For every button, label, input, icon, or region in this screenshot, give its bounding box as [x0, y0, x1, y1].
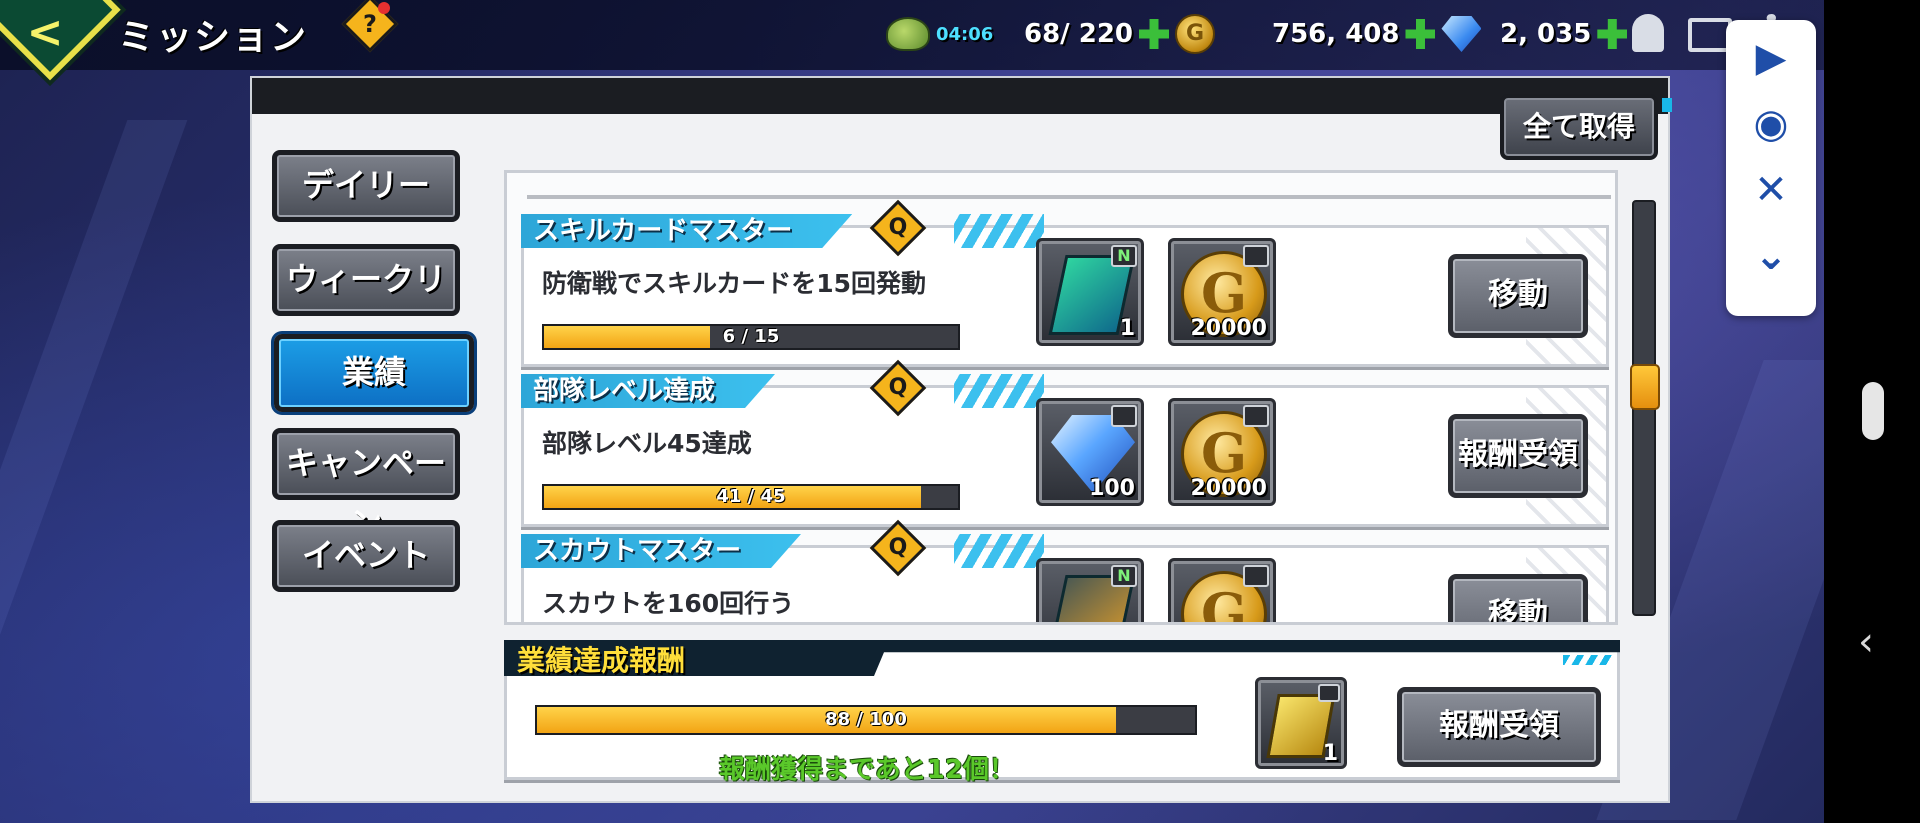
info-tag	[1243, 565, 1269, 587]
tab-event[interactable]: イベント	[272, 520, 460, 592]
reward-item[interactable]: G	[1168, 558, 1276, 622]
reward-item[interactable]: N 1	[1036, 238, 1144, 346]
rarity-tag: N	[1111, 245, 1137, 267]
scroll-thumb[interactable]	[1630, 364, 1660, 410]
gem-counter: 2, 035	[1500, 14, 1628, 54]
coin-icon: G	[1175, 14, 1216, 54]
turtle-icon	[886, 17, 930, 51]
add-coins-button[interactable]	[1405, 19, 1436, 49]
coin-value: 756, 408	[1272, 19, 1400, 49]
panel-accent	[1662, 98, 1672, 112]
page-title: ミッション	[118, 17, 309, 58]
claim-reward-button[interactable]: 報酬受領	[1448, 414, 1588, 498]
mission-description: スカウトを160回行う	[542, 589, 795, 618]
tab-daily[interactable]: デイリー	[272, 150, 460, 222]
achievement-progress-bar: 88 / 100	[535, 705, 1197, 735]
rarity-tag: N	[1111, 565, 1137, 587]
top-bar: < ミッション ? 04:06 68/ 220 G 756, 408 2, 03…	[0, 0, 1824, 81]
title-stripes	[954, 214, 1044, 248]
game-screen: < ミッション ? 04:06 68/ 220 G 756, 408 2, 03…	[0, 0, 1824, 823]
progress-text: 41 / 45	[716, 486, 786, 507]
reward-count: 1	[1322, 741, 1338, 766]
progress-text: 88 / 100	[825, 709, 907, 730]
tab-weekly[interactable]: ウィークリー	[272, 244, 460, 358]
bell-icon[interactable]	[1632, 14, 1664, 52]
title-stripes	[954, 374, 1044, 408]
floating-toolbar: ▶ ◉ ✕ ⌄	[1726, 20, 1816, 316]
tab-achievements[interactable]: 業績	[274, 334, 474, 412]
reward-count: 100	[1089, 476, 1135, 501]
eye-icon[interactable]: ◉	[1726, 94, 1816, 154]
reward-item[interactable]: G 20000	[1168, 398, 1276, 506]
mission-description: 防衛戦でスキルカードを15回発動	[542, 269, 927, 298]
info-tag	[1318, 684, 1340, 702]
list-scrollbar[interactable]	[1630, 200, 1660, 616]
tab-campaign[interactable]: キャンペーン	[272, 428, 460, 542]
reward-item[interactable]: 1	[1255, 677, 1347, 769]
play-icon[interactable]: ▶	[1726, 28, 1816, 88]
info-tag	[1243, 405, 1269, 427]
reward-count: 1	[1119, 316, 1135, 341]
claim-all-button[interactable]: 全て取得	[1500, 94, 1658, 160]
go-button[interactable]: 移動	[1448, 254, 1588, 338]
close-icon[interactable]: ✕	[1726, 160, 1816, 220]
nav-back-icon[interactable]: ‹	[1858, 622, 1874, 662]
mission-progress-bar: 41 / 45	[542, 484, 960, 510]
stamina-timer: 04:06	[936, 23, 994, 45]
mission-card: スカウトマスター Q スカウトを160回行う N G 移動	[521, 519, 1609, 622]
back-arrow-icon[interactable]: <	[22, 10, 68, 56]
reward-count: 20000	[1190, 316, 1267, 341]
stamina-counter: 68/ 220 G	[1024, 14, 1216, 54]
info-tag	[1111, 405, 1137, 427]
gem-value: 2, 035	[1500, 19, 1592, 49]
coin-counter: 756, 408	[1272, 14, 1482, 54]
search-icon[interactable]: Q	[869, 519, 927, 577]
reward-item[interactable]: N	[1036, 558, 1144, 622]
stamina-value: 68/ 220	[1024, 19, 1134, 49]
nav-handle[interactable]	[1862, 382, 1884, 440]
section-title: 業績達成報酬	[517, 644, 686, 677]
add-gems-button[interactable]	[1597, 19, 1628, 49]
mission-progress-bar: 6 / 15	[542, 324, 960, 350]
mission-card: 部隊レベル達成 Q 部隊レベル45達成 41 / 45 100 G 20000 …	[521, 359, 1609, 527]
panel-header	[252, 78, 1668, 114]
notification-dot	[378, 2, 390, 14]
reward-item[interactable]: G 20000	[1168, 238, 1276, 346]
background-stripe	[0, 120, 188, 820]
mission-list: スキルカードマスター Q 防衛戦でスキルカードを15回発動 6 / 15 N 1…	[504, 170, 1618, 625]
stamina-display: 04:06	[886, 14, 993, 54]
add-stamina-button[interactable]	[1139, 19, 1170, 49]
go-button[interactable]: 移動	[1448, 574, 1588, 622]
reward-item[interactable]: 100	[1036, 398, 1144, 506]
title-stripes	[954, 534, 1044, 568]
search-icon[interactable]: Q	[869, 199, 927, 257]
search-icon[interactable]: Q	[869, 359, 927, 417]
achievement-reward-section: 業績達成報酬 88 / 100 報酬獲得まであと12個！ 1 報酬受領	[504, 640, 1620, 785]
reward-count: 20000	[1190, 476, 1267, 501]
chevron-down-icon[interactable]: ⌄	[1726, 226, 1816, 286]
progress-text: 6 / 15	[722, 326, 780, 347]
mission-title: スカウトマスター	[521, 534, 801, 568]
mission-title: スキルカードマスター	[521, 214, 852, 248]
gem-icon	[1441, 16, 1482, 52]
divider	[527, 195, 1611, 199]
mission-description: 部隊レベル45達成	[542, 429, 752, 458]
header-stripes	[1563, 655, 1613, 665]
claim-reward-button[interactable]: 報酬受領	[1397, 687, 1601, 767]
mission-card: スキルカードマスター Q 防衛戦でスキルカードを15回発動 6 / 15 N 1…	[521, 199, 1609, 367]
info-tag	[1243, 245, 1269, 267]
mission-title: 部隊レベル達成	[521, 374, 775, 408]
remaining-text: 報酬獲得まであと12個！	[719, 755, 1015, 785]
